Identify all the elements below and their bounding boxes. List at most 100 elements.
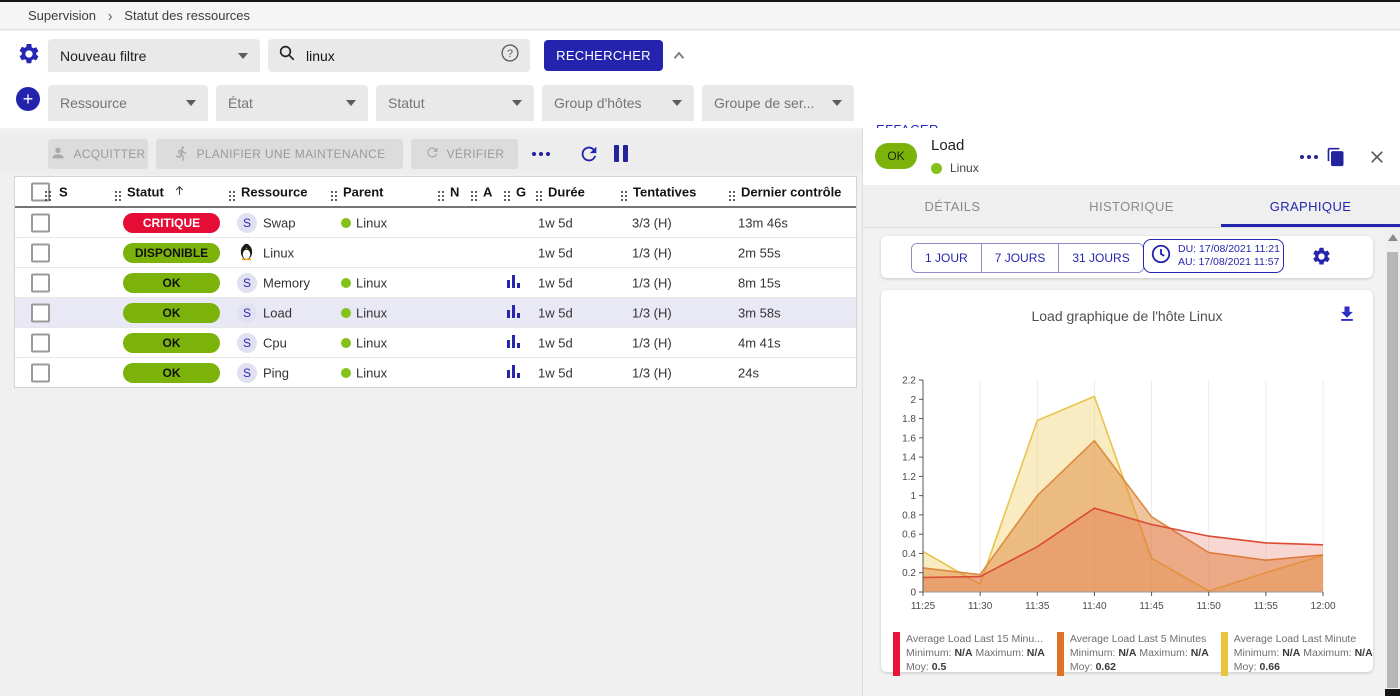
duration-value: 1w 5d	[538, 275, 573, 290]
col-duration[interactable]: Durée	[548, 184, 585, 199]
download-icon[interactable]	[1337, 304, 1357, 329]
range-1day-button[interactable]: 1 JOUR	[912, 244, 982, 272]
drag-handle-icon[interactable]	[621, 191, 623, 193]
host-up-dot-icon	[341, 278, 351, 288]
drag-handle-icon[interactable]	[504, 191, 506, 193]
graph-icon[interactable]	[507, 334, 521, 352]
load-area-chart[interactable]: 00.20.40.60.811.21.41.61.822.211:2511:30…	[887, 366, 1339, 622]
more-icon[interactable]	[1300, 155, 1304, 159]
downtime-button[interactable]: PLANIFIER UNE MAINTENANCE	[156, 139, 403, 169]
row-checkbox[interactable]	[31, 363, 50, 382]
select-all-checkbox[interactable]	[31, 182, 50, 201]
add-criteria-button[interactable]: +	[16, 87, 40, 111]
panel-host-name[interactable]: Linux	[950, 161, 979, 175]
check-button[interactable]: VÉRIFIER	[411, 139, 518, 169]
chevron-down-icon	[832, 100, 842, 106]
custom-period-picker[interactable]: DU: 17/08/2021 11:21 AU: 17/08/2021 11:5…	[1143, 239, 1284, 273]
search-button[interactable]: RECHERCHER	[544, 40, 663, 71]
breadcrumb: Supervision › Statut des ressources	[0, 2, 1400, 30]
graph-icon[interactable]	[507, 364, 521, 382]
chevron-up-icon[interactable]	[670, 47, 688, 65]
row-checkbox[interactable]	[31, 243, 50, 262]
refresh-circle-icon	[425, 145, 440, 163]
svg-text:1.8: 1.8	[902, 414, 916, 425]
svg-text:11:30: 11:30	[968, 601, 993, 612]
col-notes[interactable]: N	[450, 184, 459, 199]
search-help-icon[interactable]: ?	[500, 43, 520, 68]
col-status[interactable]: Statut	[127, 184, 164, 199]
drag-handle-icon[interactable]	[229, 191, 231, 193]
table-row[interactable]: CRITIQUE S Swap Linux 1w 5d 3/3 (H) 13m …	[15, 208, 856, 238]
col-severity[interactable]: S	[59, 184, 68, 199]
tab-graph[interactable]: GRAPHIQUE	[1221, 185, 1400, 227]
drag-handle-icon[interactable]	[729, 191, 731, 193]
row-checkbox[interactable]	[31, 333, 50, 352]
more-actions-icon[interactable]	[532, 152, 536, 156]
breadcrumb-item-resources[interactable]: Statut des ressources	[124, 8, 250, 23]
drag-handle-icon[interactable]	[45, 191, 47, 193]
svg-text:0: 0	[910, 588, 916, 599]
close-icon[interactable]	[1368, 148, 1386, 166]
time-range-card: 1 JOUR 7 JOURS 31 JOURS DU: 17/08/2021 1…	[881, 236, 1373, 278]
legend-item[interactable]: Average Load Last 15 Minu... Minimum: N/…	[893, 632, 1045, 676]
range-31days-button[interactable]: 31 JOURS	[1059, 244, 1142, 272]
drag-handle-icon[interactable]	[438, 191, 440, 193]
table-row[interactable]: OK S Cpu Linux 1w 5d 1/3 (H) 4m 41s	[15, 328, 856, 358]
status-pill: OK	[123, 333, 220, 353]
graph-settings-gear-icon[interactable]	[1311, 246, 1332, 267]
drag-handle-icon[interactable]	[115, 191, 117, 193]
breadcrumb-item-supervision[interactable]: Supervision	[28, 8, 96, 23]
graph-icon[interactable]	[507, 304, 521, 322]
filter-status-select[interactable]: Statut	[376, 85, 534, 121]
scrollbar-thumb[interactable]	[1387, 252, 1398, 688]
copy-icon[interactable]	[1326, 147, 1346, 167]
panel-tabs: DÉTAILS HISTORIQUE GRAPHIQUE	[863, 185, 1400, 228]
scroll-up-icon[interactable]	[1388, 234, 1398, 241]
drag-handle-icon[interactable]	[331, 191, 333, 193]
row-checkbox[interactable]	[31, 303, 50, 322]
service-icon: S	[237, 333, 257, 353]
tab-history[interactable]: HISTORIQUE	[1042, 185, 1221, 227]
graph-icon[interactable]	[507, 274, 521, 292]
table-row[interactable]: OK S Memory Linux 1w 5d 1/3 (H) 8m 15s	[15, 268, 856, 298]
refresh-icon[interactable]	[578, 143, 600, 165]
tab-details[interactable]: DÉTAILS	[863, 185, 1042, 227]
row-checkbox[interactable]	[31, 213, 50, 232]
col-tries[interactable]: Tentatives	[633, 184, 696, 199]
drag-handle-icon[interactable]	[471, 191, 473, 193]
col-parent[interactable]: Parent	[343, 184, 383, 199]
host-up-dot-icon	[341, 218, 351, 228]
resource-name: Load	[263, 305, 292, 320]
filter-hostgroup-select[interactable]: Group d'hôtes	[542, 85, 694, 121]
saved-filter-select[interactable]: Nouveau filtre	[48, 39, 260, 72]
sort-asc-icon[interactable]	[173, 184, 186, 200]
filter-resource-select[interactable]: Ressource	[48, 85, 208, 121]
table-row[interactable]: OK S Ping Linux 1w 5d 1/3 (H) 24s	[15, 358, 856, 387]
svg-text:2.2: 2.2	[902, 376, 916, 387]
col-resource[interactable]: Ressource	[241, 184, 307, 199]
tries-value: 1/3 (H)	[632, 365, 672, 380]
legend-item[interactable]: Average Load Last 5 Minutes Minimum: N/A…	[1057, 632, 1209, 676]
acknowledge-button[interactable]: ACQUITTER	[48, 139, 148, 169]
filter-state-select[interactable]: État	[216, 85, 368, 121]
table-row[interactable]: DISPONIBLE Linux 1w 5d 1/3 (H) 2m 55s	[15, 238, 856, 268]
last-check-value: 4m 41s	[738, 335, 781, 350]
filter-settings-gear-icon[interactable]	[16, 41, 42, 67]
legend-series-name: Average Load Last Minute	[1234, 633, 1356, 645]
downtime-label: PLANIFIER UNE MAINTENANCE	[197, 147, 386, 161]
legend-item[interactable]: Average Load Last Minute Minimum: N/A Ma…	[1221, 632, 1373, 676]
filter-servicegroup-select[interactable]: Groupe de ser...	[702, 85, 854, 121]
col-action[interactable]: A	[483, 184, 492, 199]
row-checkbox[interactable]	[31, 273, 50, 292]
col-graph[interactable]: G	[516, 184, 526, 199]
status-pill: OK	[123, 363, 220, 383]
legend-series-name: Average Load Last 5 Minutes	[1070, 633, 1206, 645]
search-input[interactable]	[304, 47, 492, 65]
date-from-value: 17/08/2021 11:21	[1199, 243, 1280, 255]
pause-icon[interactable]	[612, 145, 630, 162]
chevron-down-icon	[238, 53, 248, 59]
table-row[interactable]: OK S Load Linux 1w 5d 1/3 (H) 3m 58s	[15, 298, 856, 328]
col-last-check[interactable]: Dernier contrôle	[741, 184, 841, 199]
drag-handle-icon[interactable]	[536, 191, 538, 193]
range-7days-button[interactable]: 7 JOURS	[982, 244, 1060, 272]
